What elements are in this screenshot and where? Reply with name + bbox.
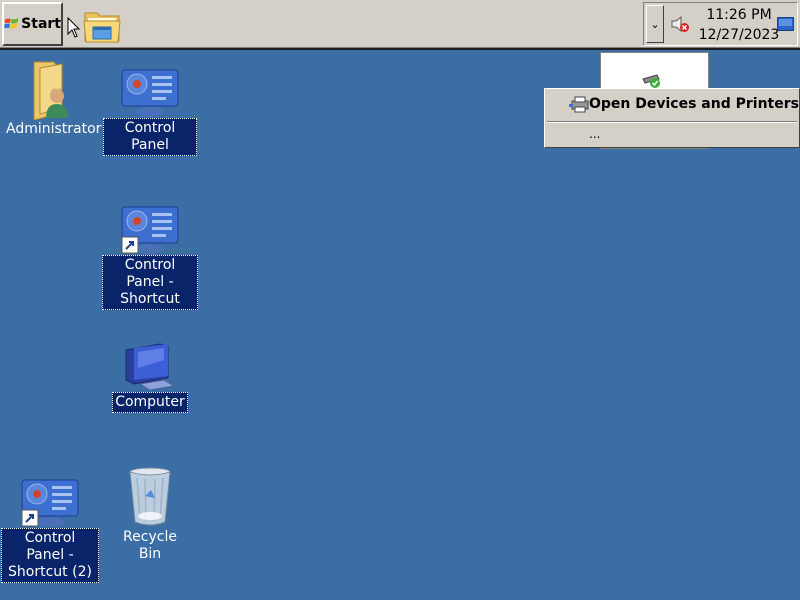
desktop-icon-control-panel-shortcut-2[interactable]: Control Panel - Shortcut (2) bbox=[0, 476, 100, 583]
mouse-cursor-icon bbox=[67, 17, 81, 38]
icon-label: Computer bbox=[112, 392, 188, 413]
windows-logo-icon bbox=[4, 18, 19, 29]
devices-printers-icon bbox=[569, 96, 589, 113]
windows-explorer-icon[interactable] bbox=[82, 5, 122, 45]
icon-label: Recycle Bin bbox=[123, 529, 177, 562]
show-desktop-icon[interactable] bbox=[777, 17, 794, 31]
taskbar: Start ⌄ 11:26 PM 12/27/2023 bbox=[0, 0, 800, 50]
menu-separator bbox=[547, 121, 797, 123]
start-button[interactable]: Start bbox=[2, 2, 63, 46]
system-tray: ⌄ 11:26 PM 12/27/2023 bbox=[643, 2, 798, 46]
menu-item-open-devices-printers[interactable]: Open Devices and Printers bbox=[589, 93, 799, 115]
context-menu: Open Devices and Printers ... bbox=[544, 88, 800, 148]
tray-overflow-button[interactable]: ⌄ bbox=[646, 5, 664, 43]
desktop-icon-computer[interactable]: Computer bbox=[110, 340, 190, 413]
icon-label: Administrator bbox=[6, 121, 102, 137]
recycle-bin-icon bbox=[129, 467, 171, 526]
icon-label: Control Panel bbox=[103, 118, 197, 156]
desktop-icon-recycle-bin[interactable]: Recycle Bin bbox=[110, 466, 190, 564]
desktop-icon-administrator[interactable]: Administrator bbox=[4, 58, 101, 139]
control-panel-icon bbox=[121, 69, 179, 117]
control-panel-shortcut-icon bbox=[121, 206, 179, 254]
start-label: Start bbox=[21, 16, 61, 32]
computer-icon bbox=[125, 343, 176, 391]
user-folder-icon bbox=[33, 61, 68, 120]
desktop-icon-control-panel-shortcut[interactable]: Control Panel - Shortcut bbox=[100, 203, 200, 310]
muted-speaker-icon[interactable] bbox=[670, 14, 690, 34]
icon-label: Control Panel - Shortcut bbox=[102, 255, 198, 310]
control-panel-shortcut-icon bbox=[21, 479, 79, 527]
safely-remove-hardware-icon[interactable] bbox=[641, 71, 665, 89]
clock-time[interactable]: 11:26 PM bbox=[699, 7, 779, 23]
menu-item-more[interactable]: ... bbox=[589, 125, 600, 143]
desktop-icon-control-panel[interactable]: Control Panel bbox=[103, 66, 197, 156]
clock-date[interactable]: 12/27/2023 bbox=[696, 27, 782, 43]
icon-label: Control Panel - Shortcut (2) bbox=[1, 528, 99, 583]
